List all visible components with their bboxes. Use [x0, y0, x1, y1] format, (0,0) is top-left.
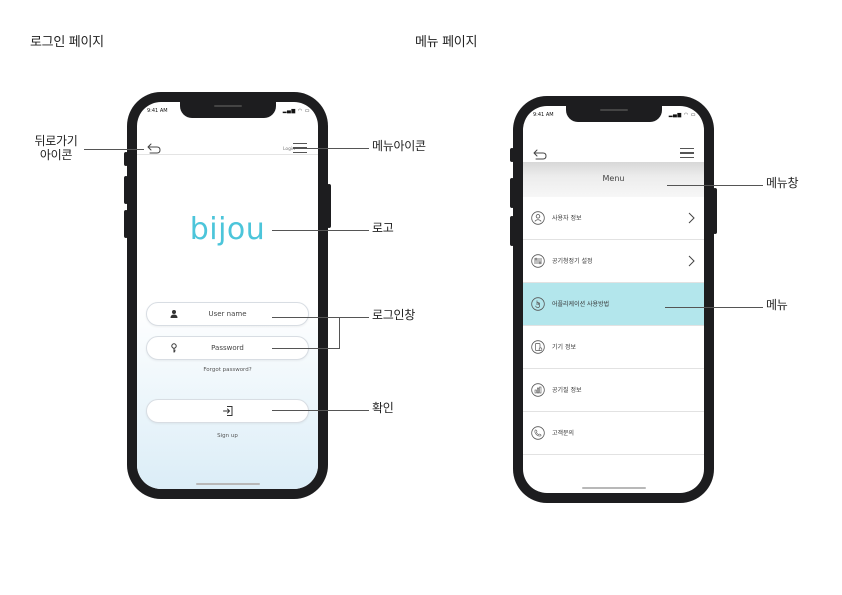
forgot-password-link[interactable]: Forgot password? [137, 367, 318, 373]
leader-line [272, 317, 340, 318]
annotation-back-icon: 뒤로가기 아이콘 [34, 134, 78, 162]
phone-side-button [510, 178, 514, 208]
sign-up-link[interactable]: Sign up [137, 433, 318, 439]
phone-side-button [124, 210, 128, 238]
leader-line [665, 307, 763, 308]
home-indicator [581, 487, 646, 489]
menu-item-label: 고객문의 [552, 430, 575, 437]
menu-item-user-info[interactable]: 사용자 정보 [523, 197, 704, 240]
leader-line [667, 185, 763, 186]
notch [179, 102, 276, 118]
menu-item-label: 기기 정보 [552, 344, 576, 351]
chevron-right-icon [688, 212, 695, 224]
status-icons: ▂▄▆ ◠ ▭ [668, 112, 696, 118]
leader-line [272, 348, 340, 349]
annotation-menu-icon: 메뉴아이콘 [372, 139, 426, 153]
home-indicator [195, 483, 260, 485]
login-page-title: 로그인 페이지 [30, 35, 104, 50]
status-icons: ▂▄▆ ◠ ▭ [282, 108, 310, 114]
menu-item-air-quality[interactable]: 공기질 정보 [523, 369, 704, 412]
login-enter-icon [222, 406, 232, 416]
login-phone-frame: 9:41 AM ▂▄▆ ◠ ▭ Login bijou User name Pa… [124, 92, 331, 499]
back-arrow-icon[interactable] [533, 148, 547, 160]
leader-line [339, 317, 340, 349]
phone-side-button [124, 152, 128, 166]
leader-line [307, 148, 369, 149]
hamburger-menu-icon[interactable] [293, 143, 307, 153]
status-time: 9:41 AM [533, 112, 554, 118]
menu-item-purifier-settings[interactable]: 공기청정기 설정 [523, 240, 704, 283]
menu-item-label: 공기청정기 설정 [552, 258, 593, 265]
air-quality-icon [531, 383, 545, 397]
menu-item-label: 어플리케이션 사용방법 [552, 301, 610, 308]
leader-line [339, 317, 369, 318]
phone-side-button [327, 184, 331, 228]
login-screen: 9:41 AM ▂▄▆ ◠ ▭ Login bijou User name Pa… [137, 102, 318, 489]
confirm-login-button[interactable] [146, 399, 309, 423]
device-info-icon [531, 340, 545, 354]
leader-line [84, 149, 144, 150]
menu-header: Menu [523, 162, 704, 197]
customer-support-icon [531, 426, 545, 440]
menu-item-customer-support[interactable]: 고객문의 [523, 412, 704, 455]
annotation-confirm: 확인 [372, 401, 394, 415]
menu-item-label: 공기질 정보 [552, 387, 582, 394]
back-arrow-icon[interactable] [147, 142, 161, 154]
hamburger-menu-icon[interactable] [680, 148, 694, 158]
menu-item-device-info[interactable]: 기기 정보 [523, 326, 704, 369]
header-divider [137, 154, 318, 155]
leader-line [272, 410, 369, 411]
menu-item-label: 사용자 정보 [552, 215, 582, 222]
phone-side-button [510, 148, 514, 162]
menu-page-title: 메뉴 페이지 [415, 35, 478, 50]
app-guide-icon [531, 297, 545, 311]
phone-side-button [713, 188, 717, 234]
username-placeholder: User name [208, 310, 247, 318]
username-field[interactable]: User name [146, 302, 309, 326]
annotation-login-form: 로그인창 [372, 308, 415, 322]
user-icon [531, 211, 545, 225]
notch [565, 106, 662, 122]
status-time: 9:41 AM [147, 108, 168, 114]
annotation-logo: 로고 [372, 221, 394, 235]
leader-line [272, 230, 369, 231]
phone-side-button [510, 216, 514, 246]
annotation-menu: 메뉴 [766, 298, 788, 312]
annotation-menu-window: 메뉴창 [766, 176, 799, 190]
menu-item-app-guide[interactable]: 어플리케이션 사용방법 [523, 283, 704, 326]
menu-header-title: Menu [602, 174, 625, 183]
menu-phone-frame: 9:41 AM ▂▄▆ ◠ ▭ Menu 사용자 정보 공기청정기 설정 어플리… [510, 96, 717, 503]
purifier-settings-icon [531, 254, 545, 268]
menu-screen: 9:41 AM ▂▄▆ ◠ ▭ Menu 사용자 정보 공기청정기 설정 어플리… [523, 106, 704, 493]
chevron-right-icon [688, 255, 695, 267]
phone-side-button [124, 176, 128, 204]
